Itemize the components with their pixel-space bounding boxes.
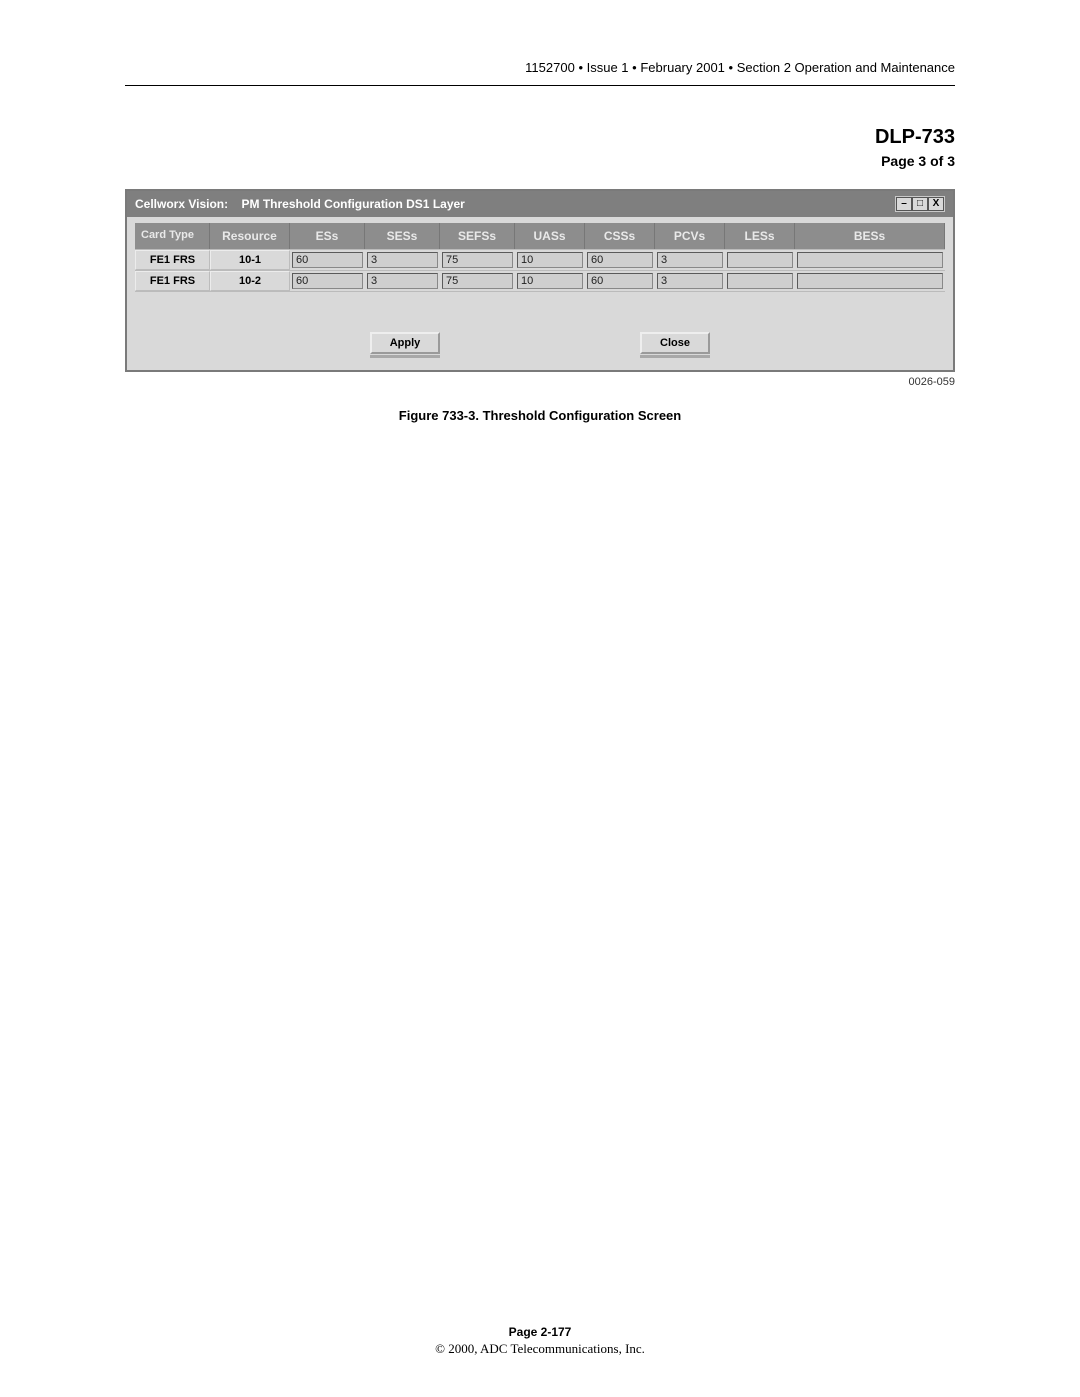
col-sess: SESs xyxy=(365,223,440,249)
figure-id: 0026-059 xyxy=(125,376,955,388)
col-bess: BESs xyxy=(795,223,945,249)
uass-input[interactable] xyxy=(517,273,583,289)
ess-input[interactable] xyxy=(292,252,363,268)
window-titlebar: Cellworx Vision: PM Threshold Configurat… xyxy=(127,191,953,217)
bullet: • xyxy=(578,60,583,75)
footer-copyright: © 2000, ADC Telecommunications, Inc. xyxy=(0,1341,1080,1357)
sess-input[interactable] xyxy=(367,273,438,289)
col-uass: UASs xyxy=(515,223,585,249)
bess-input[interactable] xyxy=(797,252,943,268)
close-icon[interactable]: X xyxy=(928,197,944,211)
apply-button[interactable]: Apply xyxy=(370,332,440,354)
doc-section: Section 2 Operation and Maintenance xyxy=(737,60,955,75)
resource-cell: 10-2 xyxy=(210,271,290,291)
sefss-input[interactable] xyxy=(442,273,513,289)
doc-number: 1152700 xyxy=(525,60,575,75)
dlp-code: DLP-733 xyxy=(125,126,955,149)
document-page: 1152700 • Issue 1 • February 2001 • Sect… xyxy=(0,0,1080,1397)
less-input[interactable] xyxy=(727,252,793,268)
button-row: Apply Close xyxy=(135,326,945,360)
bullet: • xyxy=(632,60,637,75)
sefss-input[interactable] xyxy=(442,252,513,268)
maximize-icon[interactable]: □ xyxy=(912,197,928,211)
col-ess: ESs xyxy=(290,223,365,249)
col-pcvs: PCVs xyxy=(655,223,725,249)
card-type-cell: FE1 FRS xyxy=(135,271,210,291)
table-row: FE1 FRS 10-2 xyxy=(135,270,945,291)
window-title: Cellworx Vision: PM Threshold Configurat… xyxy=(135,197,465,211)
window-body: Card Type Resource ESs SESs SEFSs UASs C… xyxy=(127,217,953,370)
doc-date: February 2001 xyxy=(640,60,725,75)
page-of-total: Page 3 of 3 xyxy=(125,153,955,169)
table-header-row: Card Type Resource ESs SESs SEFSs UASs C… xyxy=(135,223,945,249)
less-input[interactable] xyxy=(727,273,793,289)
pcvs-input[interactable] xyxy=(657,252,723,268)
config-window: Cellworx Vision: PM Threshold Configurat… xyxy=(125,189,955,372)
footer-page: Page 2-177 xyxy=(0,1325,1080,1339)
page-footer: Page 2-177 © 2000, ADC Telecommunication… xyxy=(0,1325,1080,1357)
col-resource: Resource xyxy=(210,223,290,249)
resource-cell: 10-1 xyxy=(210,250,290,270)
table-empty-area xyxy=(135,291,945,326)
bullet: • xyxy=(729,60,734,75)
window-controls: – □ X xyxy=(895,196,945,212)
window-subtitle: PM Threshold Configuration DS1 Layer xyxy=(241,197,464,211)
sess-input[interactable] xyxy=(367,252,438,268)
table-row: FE1 FRS 10-1 xyxy=(135,249,945,270)
pcvs-input[interactable] xyxy=(657,273,723,289)
bess-input[interactable] xyxy=(797,273,943,289)
col-csss: CSSs xyxy=(585,223,655,249)
col-sefss: SEFSs xyxy=(440,223,515,249)
app-name: Cellworx Vision: xyxy=(135,197,228,211)
col-less: LESs xyxy=(725,223,795,249)
figure-caption: Figure 733-3. Threshold Configuration Sc… xyxy=(125,408,955,423)
col-card-type: Card Type xyxy=(135,223,210,249)
minimize-icon[interactable]: – xyxy=(896,197,912,211)
csss-input[interactable] xyxy=(587,252,653,268)
ess-input[interactable] xyxy=(292,273,363,289)
button-shadow xyxy=(370,355,440,358)
close-button[interactable]: Close xyxy=(640,332,710,354)
title-block: DLP-733 Page 3 of 3 xyxy=(125,126,955,169)
uass-input[interactable] xyxy=(517,252,583,268)
csss-input[interactable] xyxy=(587,273,653,289)
card-type-cell: FE1 FRS xyxy=(135,250,210,270)
doc-issue: Issue 1 xyxy=(587,60,629,75)
page-header: 1152700 • Issue 1 • February 2001 • Sect… xyxy=(125,60,955,86)
button-shadow xyxy=(640,355,710,358)
